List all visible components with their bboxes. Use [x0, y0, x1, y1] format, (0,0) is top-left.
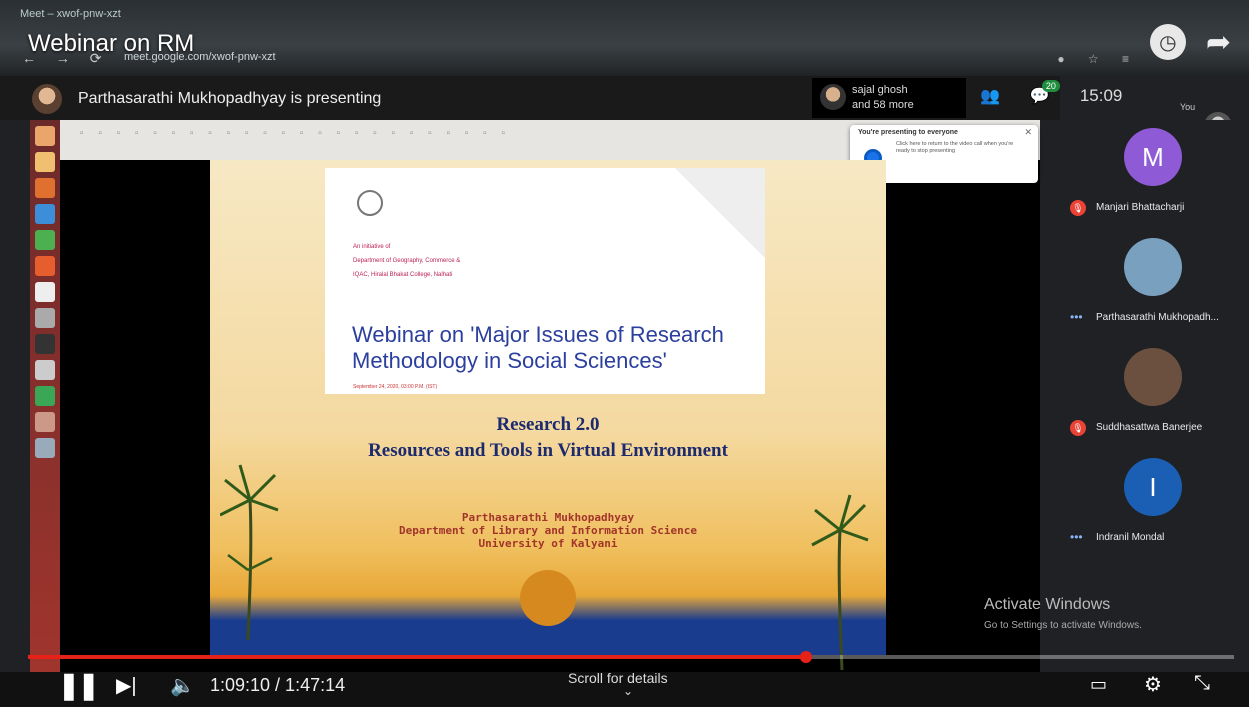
launcher-terminal-icon[interactable]	[35, 334, 55, 354]
launcher-user-icon[interactable]	[35, 412, 55, 432]
participant-tile[interactable]: 🎙 Suddhasattwa Banerjee	[1060, 348, 1249, 448]
viewer-avatar	[820, 84, 846, 110]
presenter-avatar	[32, 84, 62, 114]
college-logo	[357, 190, 383, 216]
presenter-text: Parthasarathi Mukhopadhyay is presenting	[78, 90, 382, 107]
participant-name: Indranil Mondal	[1096, 532, 1165, 543]
ubuntu-launcher	[30, 120, 60, 672]
watch-later-button[interactable]: ◷	[1149, 24, 1186, 60]
time-display: 1:09:10 / 1:47:14	[210, 675, 346, 695]
shared-screen: ▫ ▫ ▫ ▫ ▫ ▫ ▫ ▫ ▫ ▫ ▫ ▫ ▫ ▫ ▫ ▫ ▫ ▫ ▫ ▫ …	[30, 120, 1040, 672]
participant-tile[interactable]: ••• Parthasarathi Mukhopadh...	[1060, 238, 1249, 338]
exit-fullscreen-icon: ⤡	[1194, 672, 1210, 694]
participant-avatar: I	[1124, 458, 1182, 516]
video-title: Webinar on RM	[28, 30, 195, 57]
you-label: You	[1180, 102, 1196, 112]
scroll-hint[interactable]: Scroll for details	[568, 670, 668, 686]
launcher-amazon-icon[interactable]	[35, 282, 55, 302]
meeting-clock: 15:09	[1079, 86, 1123, 105]
meet-controls: 👥 💬 20 15:09	[980, 80, 1123, 106]
activate-windows-subtitle: Go to Settings to activate Windows.	[984, 620, 1142, 631]
participant-tile[interactable]: M 🎙 Manjari Bhattacharji	[1060, 128, 1249, 228]
people-icon[interactable]: 👥	[980, 86, 1000, 106]
participant-tile[interactable]: I ••• Indranil Mondal	[1060, 458, 1249, 558]
browser-chrome: Meet – xwof-pnw-xzt ← → ⟳ meet.google.co…	[0, 0, 1249, 76]
participants-sidebar: M 🎙 Manjari Bhattacharji ••• Parthasarathi M…	[1060, 120, 1249, 672]
extension-icons[interactable]: ● ☆ ≡	[1057, 52, 1139, 66]
palm-tree-left	[220, 464, 279, 640]
launcher-drive-icon[interactable]	[35, 438, 55, 458]
progress-played	[28, 655, 806, 659]
progress-bar[interactable]	[28, 651, 1234, 663]
sharing-title: You're presenting to everyone	[858, 129, 958, 136]
mic-off-icon: 🎙	[1070, 200, 1086, 216]
browser-tab[interactable]: Meet – xwof-pnw-xzt	[20, 8, 260, 28]
volume-button[interactable]: 🔈	[170, 673, 195, 698]
launcher-files-icon[interactable]	[35, 152, 55, 172]
participant-name: Manjari Bhattacharji	[1096, 202, 1185, 213]
slide-department: Department of Library and Information Sc…	[398, 524, 697, 537]
launcher-writer-icon[interactable]	[35, 204, 55, 224]
launcher-dash-icon[interactable]	[35, 126, 55, 146]
activate-windows-title: Activate Windows	[984, 596, 1111, 613]
page-fold	[675, 168, 765, 258]
presenter-bar: Parthasarathi Mukhopadhyay is presenting…	[0, 76, 1060, 120]
participant-avatar	[1124, 238, 1182, 296]
slide-presenter-name: Parthasarathi Mukhopadhyay	[461, 511, 635, 524]
chevron-down-icon[interactable]: ⌄	[623, 684, 633, 698]
slide-subtitle: Resources and Tools in Virtual Environme…	[368, 440, 728, 461]
next-button[interactable]: ▶|	[116, 673, 137, 698]
toolbar-buttons[interactable]: ▫ ▫ ▫ ▫ ▫ ▫ ▫ ▫ ▫ ▫ ▫ ▫ ▫ ▫ ▫ ▫ ▫ ▫ ▫ ▫ …	[80, 128, 511, 139]
participant-name: Suddhasattwa Banerjee	[1096, 422, 1203, 433]
participant-name: Parthasarathi Mukhopadh...	[1096, 312, 1219, 323]
viewer-chip[interactable]: sajal ghosh and 58 more	[812, 78, 966, 118]
video-top-actions: ◷ ➦	[1149, 24, 1231, 60]
subtitles-button[interactable]: ▭	[1090, 674, 1107, 695]
launcher-software-icon[interactable]	[35, 256, 55, 276]
share-icon: ➦	[1205, 25, 1231, 59]
slide-university: University of Kalyani	[478, 537, 618, 550]
player-controls: ❚❚ ▶| 🔈 1:09:10 / 1:47:14 Scroll for det…	[0, 666, 1249, 707]
close-icon[interactable]: ✕	[1024, 127, 1032, 138]
chat-button[interactable]: 💬 20	[1030, 80, 1060, 106]
palm-tree-right	[811, 494, 869, 670]
meet-window: Parthasarathi Mukhopadhyay is presenting…	[0, 76, 1249, 672]
pause-button[interactable]: ❚❚	[58, 670, 100, 701]
participant-avatar	[1124, 348, 1182, 406]
presentation-slide: An initiative of Department of Geography…	[210, 160, 886, 670]
share-button[interactable]: ➦	[1206, 25, 1231, 60]
subtitles-icon: ▭	[1090, 674, 1108, 694]
launcher-archive-icon[interactable]	[35, 360, 55, 380]
exit-fullscreen-button[interactable]: ⤡	[1194, 672, 1210, 695]
more-options-icon[interactable]: •••	[1070, 310, 1083, 324]
webinar-date: September 24, 2020, 03:00 P.M. (IST)	[353, 384, 438, 390]
chat-badge: 20	[1041, 80, 1060, 92]
more-options-icon[interactable]: •••	[1070, 530, 1083, 544]
launcher-firefox-icon[interactable]	[35, 178, 55, 198]
volume-icon: 🔈	[170, 675, 195, 697]
viewer-more: and 58 more	[852, 99, 914, 111]
launcher-settings-icon[interactable]	[35, 308, 55, 328]
clock-icon: ◷	[1159, 31, 1177, 54]
mic-off-icon: 🎙	[1070, 420, 1086, 436]
viewer-name: sajal ghosh	[852, 84, 908, 96]
launcher-calc-icon[interactable]	[35, 230, 55, 250]
webinar-title: Webinar on 'Major Issues of Research Met…	[352, 322, 724, 373]
header-institution: An initiative of Department of Geography…	[353, 244, 461, 278]
sharing-body: Click here to return to the video call w…	[896, 141, 1014, 154]
progress-scrubber[interactable]	[799, 651, 812, 663]
launcher-chrome-icon[interactable]	[35, 386, 55, 406]
sun-graphic	[520, 570, 576, 626]
slide-title: Research 2.0	[496, 414, 600, 435]
gear-icon: ⚙	[1144, 674, 1162, 696]
next-icon: ▶|	[116, 675, 137, 697]
pause-icon: ❚❚	[58, 670, 100, 700]
participant-avatar: M	[1124, 128, 1182, 186]
slide-header-card: An initiative of Department of Geography…	[325, 168, 765, 394]
settings-button[interactable]: ⚙	[1144, 672, 1162, 697]
